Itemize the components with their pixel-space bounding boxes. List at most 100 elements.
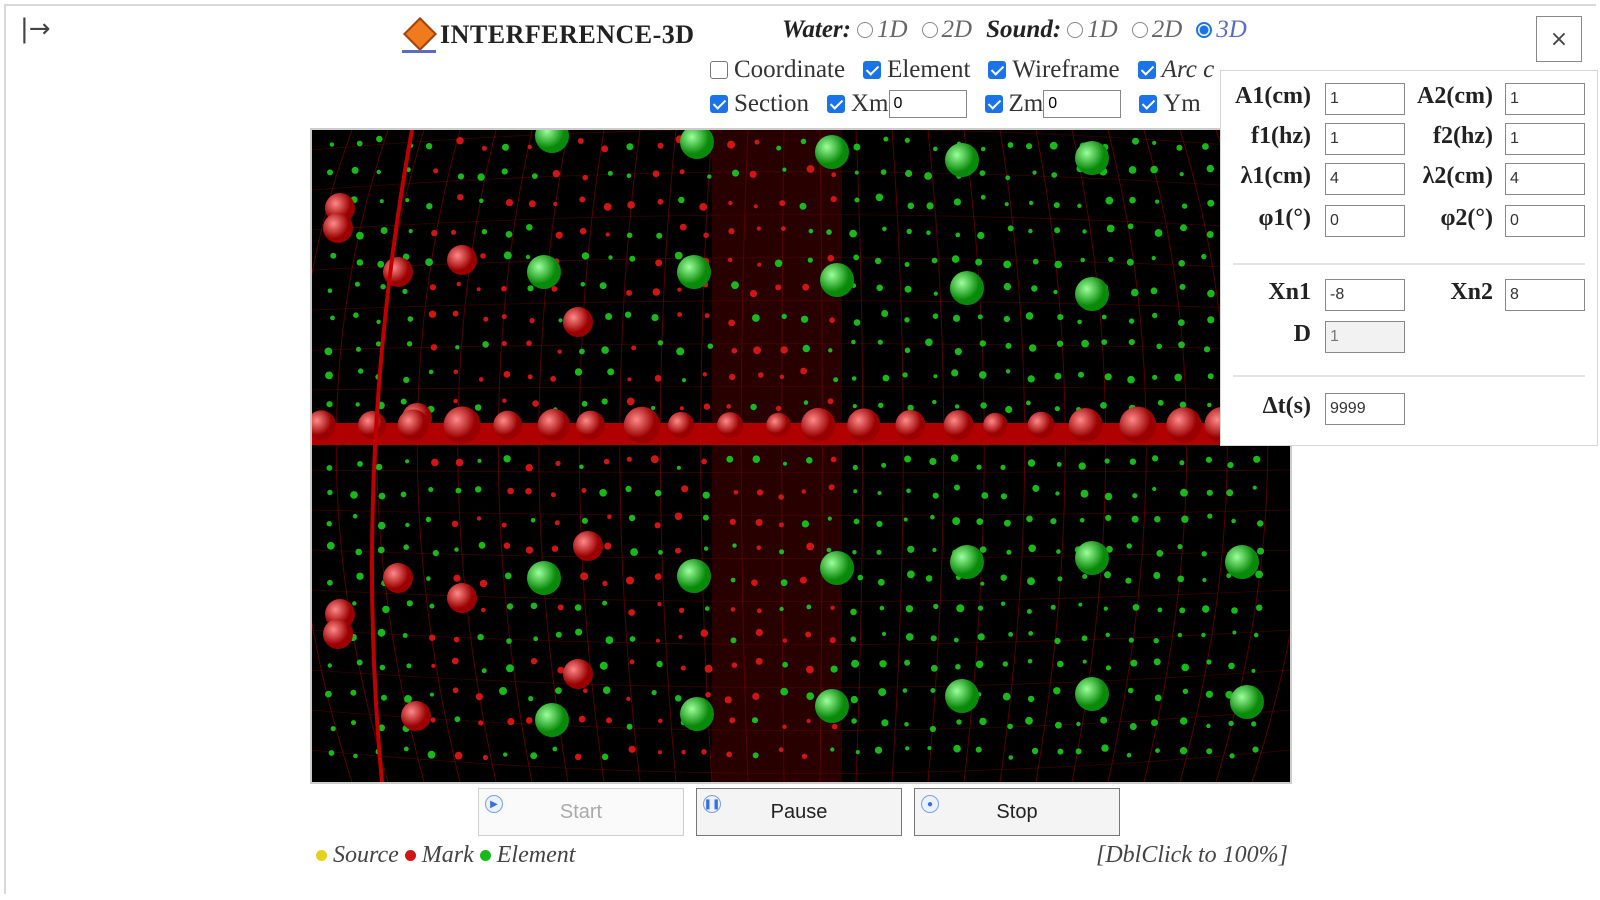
element-point [1226,489,1234,497]
simulation-canvas[interactable] [310,128,1292,784]
element-point [1028,200,1034,206]
xn2-input[interactable] [1505,279,1585,311]
element-point [1251,668,1256,673]
element-point [1127,223,1134,230]
pause-button[interactable]: ❚❚ Pause [696,788,902,836]
element-point [1078,462,1086,470]
element-point [376,169,381,175]
element-point [932,547,937,553]
mark-sphere [668,411,695,439]
element-point [1256,604,1263,611]
mark-point [505,199,514,207]
element-point [1101,744,1109,752]
element-point [980,146,986,152]
element-point [1206,164,1214,173]
mark-point [654,522,661,529]
element-point [326,465,333,471]
mark-point [626,696,631,701]
mark-sphere [847,408,881,442]
element-point [477,173,485,181]
wireframe-line [659,130,677,782]
start-button[interactable]: ▶ Start [478,788,684,836]
mark-sphere [1119,406,1157,444]
element-point [726,455,734,463]
collapse-arrow-icon[interactable]: |→ [20,14,51,44]
element-point [800,138,807,145]
section-checkbox[interactable]: Section [710,90,809,118]
mark-point [507,487,514,495]
element-point [379,664,386,671]
element-sphere [680,130,714,159]
stop-button[interactable]: ● Stop [914,788,1120,836]
mark-point [675,547,681,554]
element-point [382,605,390,614]
sound-1d-radio[interactable]: 1D [1067,16,1118,44]
xm-checkbox[interactable]: Xm [827,90,889,118]
element-sphere [820,263,854,297]
element-sphere [820,551,854,585]
element-point [327,579,333,586]
a2-input[interactable] [1505,83,1585,115]
mark-point [755,657,763,665]
element-point [853,319,861,326]
phi2-input[interactable] [1505,205,1585,237]
dt-input[interactable] [1325,393,1405,425]
close-button[interactable]: × [1536,16,1582,62]
element-point [356,259,364,266]
element-point [528,696,534,702]
mark-point [550,492,556,498]
element-point [681,378,687,383]
element-point [1177,632,1183,638]
arc-checkbox[interactable]: Arc c [1137,56,1214,84]
mark-point [526,340,532,346]
element-point [1027,577,1035,586]
element-point [1129,723,1137,730]
element-point [806,457,813,464]
f2-input[interactable] [1505,123,1585,155]
element-point [979,340,986,347]
xm-input[interactable] [888,90,967,118]
mark-point [452,687,459,694]
element-point [1029,344,1037,352]
zm-input[interactable] [1043,90,1122,118]
element-point [1054,260,1062,269]
sound-2d-radio[interactable]: 2D [1131,16,1182,44]
element-point [678,196,685,204]
element-point [380,284,386,290]
element-point [1126,258,1134,266]
mark-point [481,607,486,613]
lambda2-input[interactable] [1505,163,1585,195]
element-point [929,457,937,466]
interference-scene[interactable] [312,130,1290,782]
mark-point [457,194,464,201]
element-point [356,140,363,147]
element-point [353,312,359,318]
mark-point [501,285,507,292]
water-2d-radio[interactable]: 2D [921,16,972,44]
mark-point [830,196,837,203]
mark-point [827,398,834,405]
mark-point [456,281,461,287]
wireframe-checkbox[interactable]: Wireframe [988,56,1120,84]
zm-checkbox[interactable]: Zm [984,90,1043,118]
coordinate-checkbox[interactable]: Coordinate [710,56,845,84]
mark-point [451,520,459,527]
element-point [351,166,359,174]
mark-point [530,658,538,665]
element-point [904,285,912,293]
element-point [552,746,558,752]
mark-point [430,717,436,723]
mark-point [453,398,458,404]
element-point [925,575,933,582]
water-1d-radio[interactable]: 1D [856,16,908,44]
central-band [712,130,842,782]
mark-point [830,456,837,463]
mark-point [607,514,612,519]
ym-checkbox[interactable]: Ym [1139,90,1201,118]
sound-3d-radio[interactable]: 3D [1196,16,1247,44]
mark-point [451,657,459,665]
mark-point [755,519,763,526]
element-checkbox[interactable]: Element [863,56,970,84]
element-point [752,752,759,759]
element-point [651,314,659,322]
